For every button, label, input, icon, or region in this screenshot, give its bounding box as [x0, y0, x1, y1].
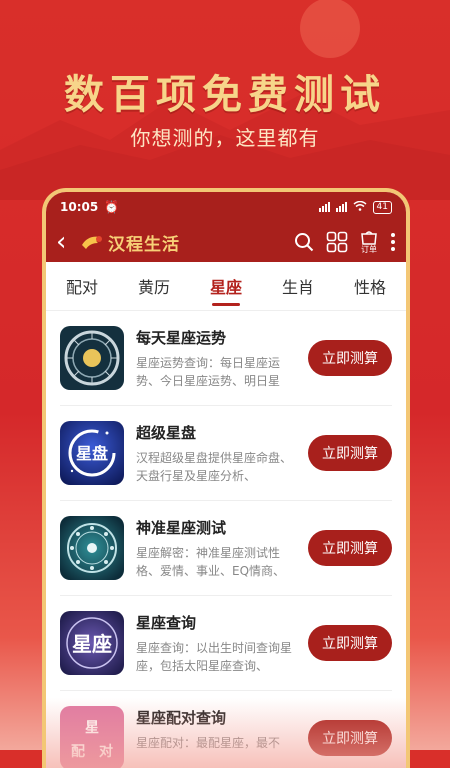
pairing-icon: 星 配 对	[60, 706, 124, 768]
tab-constellation[interactable]: 星座	[210, 264, 242, 308]
item-title: 神准星座测试	[136, 517, 302, 538]
item-title: 超级星盘	[136, 422, 302, 443]
item-description: 星座配对：最配星座，最不	[136, 734, 302, 768]
phone-mockup: 10:05 ⏰ 41 ‹ 汉程生活	[42, 188, 410, 768]
star-chart-icon: 星盘	[60, 421, 124, 485]
logo-bird-icon	[80, 231, 106, 253]
zodiac-wheel-icon	[60, 326, 124, 390]
tab-personality[interactable]: 性格	[354, 264, 386, 308]
list-item[interactable]: 星盘 超级星盘 汉程超级星盘提供星座命盘、天盘行星及星座分析、 立即测算	[60, 406, 392, 501]
svg-text:星盘: 星盘	[76, 444, 108, 463]
signal-icon-2	[336, 202, 347, 212]
svg-text:星: 星	[85, 720, 99, 736]
status-bar: 10:05 ⏰ 41	[46, 192, 406, 222]
start-test-button[interactable]: 立即测算	[308, 340, 392, 376]
item-description: 星座解密：神准星座测试性格、爱情、事业、EQ情商、	[136, 544, 302, 580]
order-button[interactable]: 订单	[360, 231, 378, 254]
item-description: 星座查询：以出生时间查询星座，包括太阳星座查询、	[136, 639, 302, 675]
order-bag-icon	[360, 231, 378, 245]
item-description: 汉程超级星盘提供星座命盘、天盘行星及星座分析、	[136, 449, 302, 485]
signal-icon	[319, 202, 330, 212]
hero-title: 数百项免费测试	[0, 62, 450, 120]
alarm-icon: ⏰	[104, 200, 119, 214]
search-icon[interactable]	[294, 232, 314, 252]
start-test-button[interactable]: 立即测算	[308, 435, 392, 471]
category-tabs: 配对 黄历 星座 生肖 性格	[46, 262, 406, 311]
start-test-button[interactable]: 立即测算	[308, 625, 392, 661]
battery-icon: 41	[373, 201, 392, 214]
item-title: 星座查询	[136, 612, 302, 633]
more-icon[interactable]	[390, 232, 396, 252]
logo-text: 汉程生活	[108, 230, 180, 255]
item-description: 星座运势查询：每日星座运势、今日星座运势、明日星	[136, 354, 302, 390]
start-test-button[interactable]: 立即测算	[308, 530, 392, 566]
svg-text:星座: 星座	[72, 632, 112, 656]
list-item[interactable]: 星 配 对 星座配对查询 星座配对：最配星座，最不 立即测算	[60, 691, 392, 768]
svg-text:对: 对	[99, 743, 113, 760]
item-title: 每天星座运势	[136, 327, 302, 348]
tab-zodiac[interactable]: 生肖	[282, 264, 314, 308]
status-time: 10:05	[60, 200, 98, 214]
start-test-button[interactable]: 立即测算	[308, 720, 392, 756]
item-title: 星座配对查询	[136, 707, 302, 728]
wifi-icon	[353, 201, 367, 214]
list-item[interactable]: 神准星座测试 星座解密：神准星座测试性格、爱情、事业、EQ情商、 立即测算	[60, 501, 392, 596]
tab-pairing[interactable]: 配对	[66, 264, 98, 308]
zodiac-ring-icon	[60, 516, 124, 580]
order-label: 订单	[361, 245, 377, 254]
tab-almanac[interactable]: 黄历	[138, 264, 170, 308]
back-icon[interactable]: ‹	[56, 229, 76, 255]
constellation-query-icon: 星座	[60, 611, 124, 675]
nav-bar: ‹ 汉程生活 订单	[46, 222, 406, 262]
grid-menu-icon[interactable]	[326, 231, 348, 253]
test-list: 每天星座运势 星座运势查询：每日星座运势、今日星座运势、明日星 立即测算 星盘 …	[46, 311, 406, 768]
app-header: 10:05 ⏰ 41 ‹ 汉程生活	[46, 192, 406, 262]
svg-text:配: 配	[71, 744, 85, 760]
app-logo: 汉程生活	[80, 230, 180, 255]
hero-subtitle: 你想测的，这里都有	[0, 122, 450, 151]
list-item[interactable]: 每天星座运势 星座运势查询：每日星座运势、今日星座运势、明日星 立即测算	[60, 311, 392, 406]
list-item[interactable]: 星座 星座查询 星座查询：以出生时间查询星座，包括太阳星座查询、 立即测算	[60, 596, 392, 691]
